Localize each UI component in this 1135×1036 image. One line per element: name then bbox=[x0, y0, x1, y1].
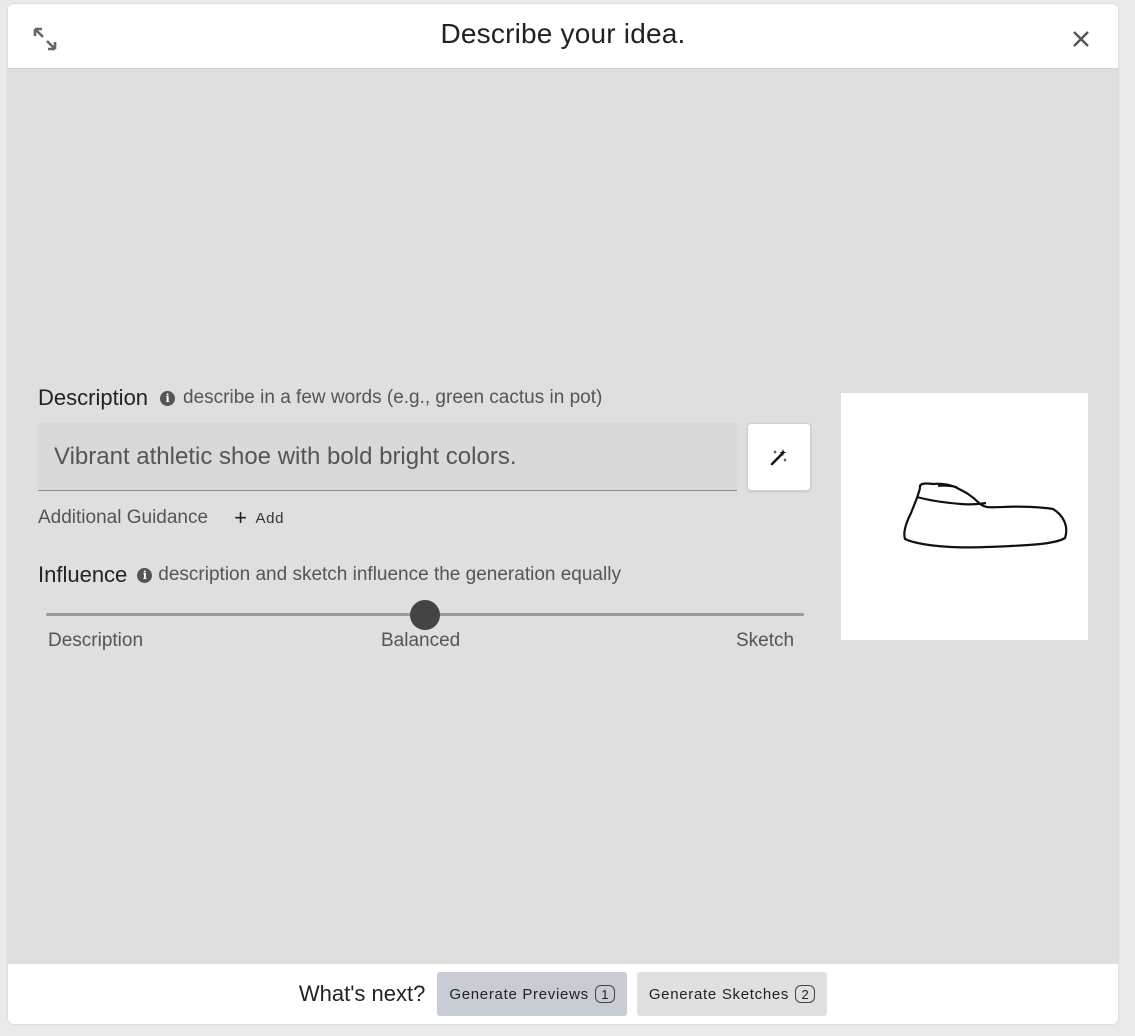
info-icon: i bbox=[160, 390, 176, 406]
whats-next-label: What's next? bbox=[298, 981, 426, 1006]
influence-label: Influence bbox=[38, 562, 128, 587]
generate-previews-label: Generate Previews bbox=[449, 985, 589, 1003]
close-icon bbox=[1073, 31, 1089, 47]
slider-label-sketch: Sketch bbox=[736, 630, 795, 651]
plus-icon: + bbox=[234, 505, 248, 530]
add-guidance-button[interactable]: + Add bbox=[234, 507, 284, 529]
generate-sketches-button[interactable]: Generate Sketches 2 bbox=[636, 972, 828, 1016]
describe-idea-dialog: Describe your idea. Description i descri… bbox=[8, 4, 1118, 1024]
influence-label-row: Influence i description and sketch influ… bbox=[38, 562, 621, 588]
add-guidance-label: Add bbox=[255, 509, 285, 527]
shortcut-badge: 2 bbox=[795, 985, 816, 1003]
dialog-header: Describe your idea. bbox=[8, 4, 1118, 69]
slider-label-balanced: Balanced bbox=[381, 630, 461, 651]
influence-slider[interactable] bbox=[46, 600, 804, 630]
description-input[interactable] bbox=[38, 423, 737, 491]
generate-sketches-label: Generate Sketches bbox=[648, 985, 790, 1003]
description-hint: describe in a few words (e.g., green cac… bbox=[183, 387, 603, 408]
dialog-footer: What's next? Generate Previews 1 Generat… bbox=[8, 964, 1118, 1024]
additional-guidance-row: Additional Guidance + Add bbox=[38, 507, 284, 529]
influence-hint: description and sketch influence the gen… bbox=[158, 564, 621, 585]
dialog-title: Describe your idea. bbox=[440, 18, 686, 49]
description-label: Description bbox=[38, 385, 149, 410]
info-icon: i bbox=[137, 567, 153, 583]
slider-thumb[interactable] bbox=[410, 600, 440, 630]
sketch-preview[interactable] bbox=[841, 393, 1088, 640]
generate-previews-button[interactable]: Generate Previews 1 bbox=[437, 972, 627, 1016]
shoe-sketch-drawing bbox=[903, 482, 1068, 549]
close-button[interactable] bbox=[1066, 24, 1096, 54]
magic-wand-icon bbox=[770, 449, 787, 466]
slider-label-description: Description bbox=[48, 630, 144, 651]
shortcut-badge: 1 bbox=[594, 985, 615, 1003]
magic-wand-button[interactable] bbox=[747, 423, 811, 491]
description-label-row: Description i describe in a few words (e… bbox=[38, 385, 602, 411]
additional-guidance-label: Additional Guidance bbox=[38, 507, 209, 528]
